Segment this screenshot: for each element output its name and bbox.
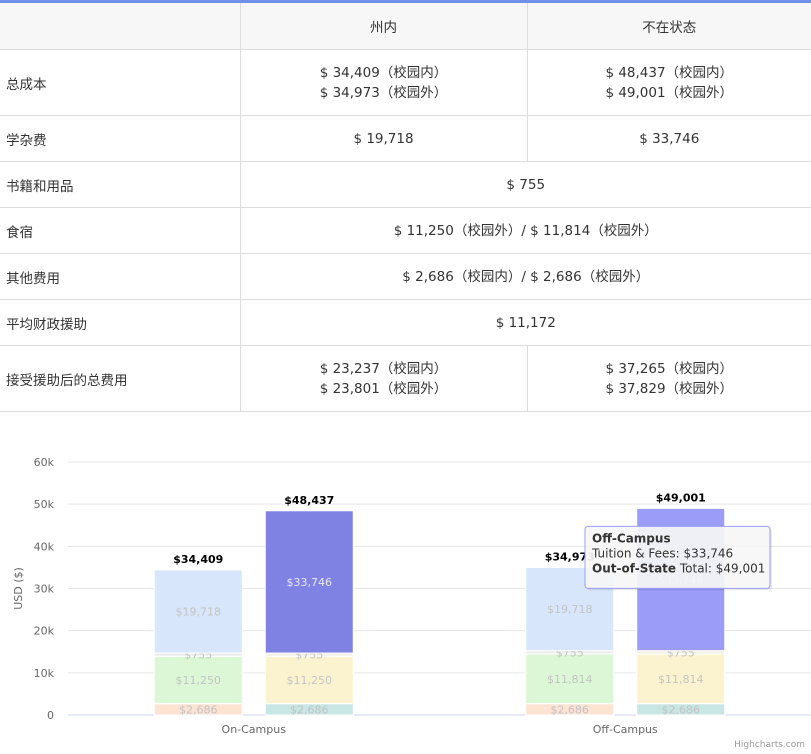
table-row: 接受援助后的总费用 $ 23,237（校园内） $ 23,801（校园外） $ … — [0, 345, 811, 412]
cell-line: $ 37,829（校园外） — [605, 380, 734, 397]
cell-out-of-state: $ 37,265（校园内） $ 37,829（校园外） — [526, 345, 811, 412]
tooltip-line: Out-of-State Total: $49,001 — [592, 561, 765, 575]
y-tick-label: 20k — [34, 625, 55, 638]
header-in-state: 州内 — [239, 3, 528, 50]
segment-data-label: $19,718 — [176, 605, 222, 618]
x-tick-label: On-Campus — [222, 723, 287, 736]
row-label-books: 书籍和用品 — [0, 161, 241, 208]
segment-data-label: $2,686 — [290, 703, 329, 716]
cost-chart[interactable]: 0 10k 20k 30k 40k 50k 60k USD ($) $2,686 $11,250 $… — [0, 450, 811, 754]
cell-line: $ 23,801（校园外） — [319, 380, 448, 397]
cell-shared: $ 755 — [239, 161, 811, 208]
row-label-other: 其他费用 — [0, 253, 241, 300]
cost-table: 州内 不在状态 总成本 $ 34,409（校园内） $ 34,973（校园外） … — [0, 3, 811, 412]
cell-line: $ 34,973（校园外） — [319, 84, 448, 101]
segment-data-label: $11,250 — [287, 674, 333, 687]
y-tick-label: 40k — [34, 540, 55, 553]
stack-total-label: $48,437 — [284, 494, 334, 507]
table-header-row: 州内 不在状态 — [0, 3, 811, 50]
y-tick-label: 30k — [34, 583, 55, 596]
row-label-total-cost: 总成本 — [0, 49, 241, 116]
header-out-of-state: 不在状态 — [526, 3, 811, 50]
tooltip-line: Tuition & Fees: $33,746 — [591, 546, 733, 560]
table-row: 平均财政援助 $ 11,172 — [0, 299, 811, 346]
cell-out-of-state: $ 33,746 — [526, 115, 811, 162]
table-row: 书籍和用品 $ 755 — [0, 161, 811, 208]
row-label-net-cost: 接受援助后的总费用 — [0, 345, 241, 412]
cell-line: $ 49,001（校园外） — [605, 84, 734, 101]
cell-in-state: $ 34,409（校园内） $ 34,973（校园外） — [239, 49, 528, 116]
cell-line: $ 23,237（校园内） — [319, 360, 448, 377]
cell-shared: $ 2,686（校园内）/ $ 2,686（校园外） — [239, 253, 811, 300]
credits-link[interactable]: Highcharts.com — [734, 740, 805, 750]
table-row: 学杂费 $ 19,718 $ 33,746 — [0, 115, 811, 162]
row-label-tuition: 学杂费 — [0, 115, 241, 162]
cell-line: $ 48,437（校园内） — [605, 64, 734, 81]
y-tick-label: 60k — [34, 456, 55, 469]
x-tick-label: Off-Campus — [593, 723, 658, 736]
cell-line: $ 37,265（校园内） — [605, 360, 734, 377]
table-row: 食宿 $ 11,250（校园外）/ $ 11,814（校园外） — [0, 207, 811, 254]
cell-in-state: $ 23,237（校园内） $ 23,801（校园外） — [239, 345, 528, 412]
chart-svg[interactable]: 0 10k 20k 30k 40k 50k 60k USD ($) $2,686 $11,250 $… — [0, 450, 811, 754]
tooltip-title: Off-Campus — [592, 531, 671, 545]
cell-in-state: $ 19,718 — [239, 115, 528, 162]
y-tick-label: 10k — [34, 667, 55, 680]
cell-shared: $ 11,172 — [239, 299, 811, 346]
cell-line: $ 34,409（校园内） — [319, 64, 448, 81]
table-row: 总成本 $ 34,409（校园内） $ 34,973（校园外） $ 48,437… — [0, 49, 811, 116]
y-tick-label: 0 — [47, 709, 54, 722]
segment-data-label: $2,686 — [662, 703, 701, 716]
segment-data-label: $11,814 — [658, 673, 704, 686]
segment-data-label: $33,746 — [287, 576, 333, 589]
tooltip-series-name: Out-of-State — [592, 561, 676, 575]
segment-data-label: $19,718 — [547, 603, 593, 616]
segment-data-label: $11,250 — [176, 674, 222, 687]
segment-data-label: $2,686 — [179, 703, 218, 716]
row-label-room-board: 食宿 — [0, 207, 241, 254]
cell-shared: $ 11,250（校园外）/ $ 11,814（校园外） — [239, 207, 811, 254]
segment-data-label: $11,814 — [547, 673, 593, 686]
y-tick-label: 50k — [34, 498, 55, 511]
y-axis-title: USD ($) — [12, 567, 25, 610]
tooltip-total: Total: $49,001 — [676, 561, 765, 575]
cell-out-of-state: $ 48,437（校园内） $ 49,001（校园外） — [526, 49, 811, 116]
stack-total-label: $34,409 — [173, 553, 223, 566]
segment-data-label: $2,686 — [551, 703, 590, 716]
table-row: 其他费用 $ 2,686（校园内）/ $ 2,686（校园外） — [0, 253, 811, 300]
header-blank — [0, 3, 241, 50]
row-label-aid: 平均财政援助 — [0, 299, 241, 346]
stack-total-label: $49,001 — [656, 491, 706, 504]
